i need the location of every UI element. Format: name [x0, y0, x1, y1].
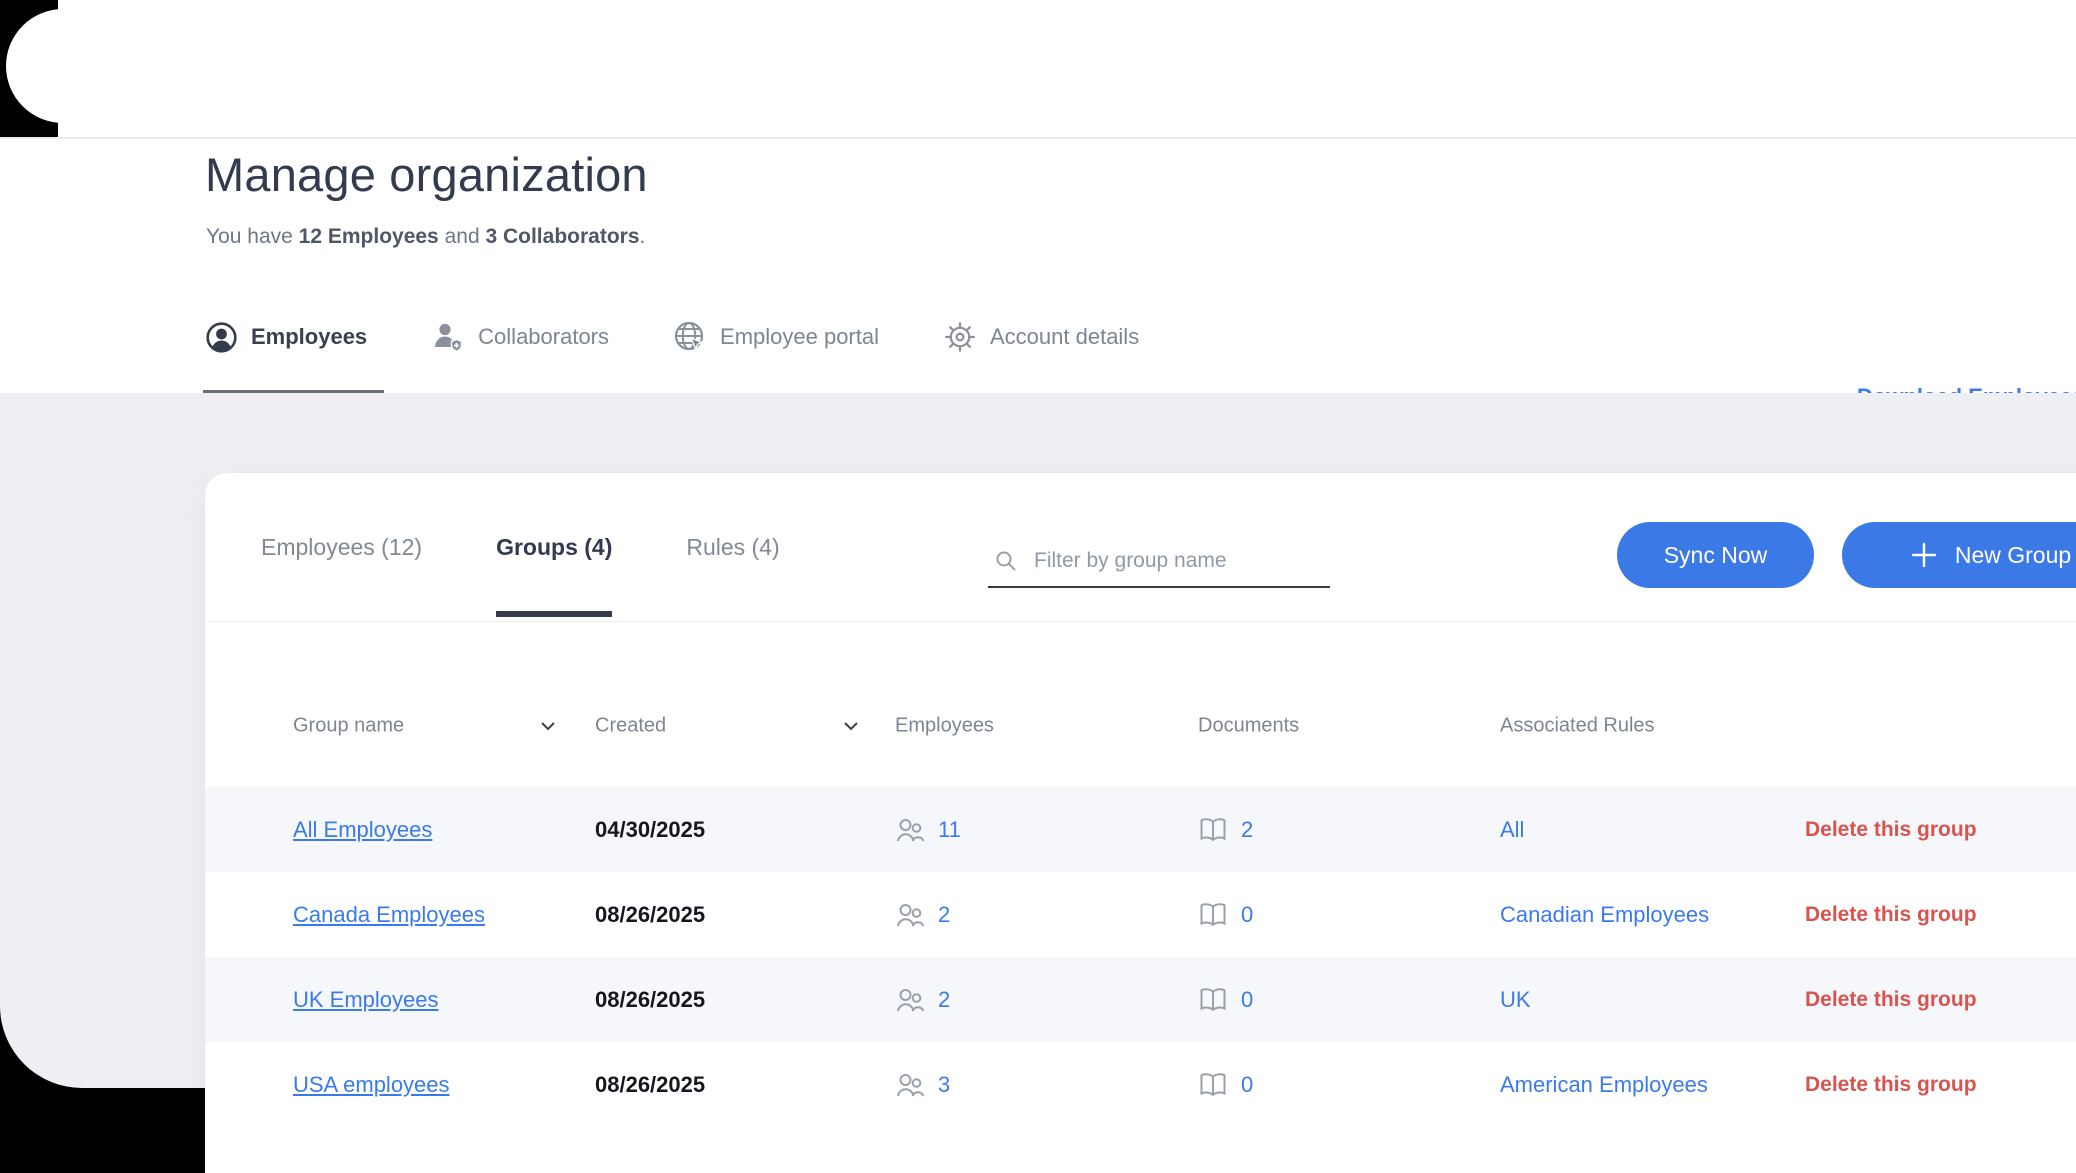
table-row: USA employees 08/26/2025 3 0 A: [205, 1042, 2076, 1127]
new-group-label: New Group: [1955, 542, 2071, 569]
page-title: Manage organization: [205, 147, 648, 202]
documents-count[interactable]: 2: [1198, 815, 1253, 845]
employees-count-value: 3: [938, 1072, 950, 1098]
sort-chevron-created[interactable]: [840, 715, 862, 737]
documents-count-value: 2: [1241, 817, 1253, 843]
table-row: All Employees 04/30/2025 11 2: [205, 787, 2076, 872]
documents-count-value: 0: [1241, 987, 1253, 1013]
person-shield-icon: [431, 320, 465, 354]
book-icon: [1198, 1070, 1228, 1100]
created-date: 08/26/2025: [595, 1072, 705, 1098]
collaborators-count-text: 3 Collaborators: [485, 225, 639, 248]
employees-count-value: 2: [938, 987, 950, 1013]
card-header: Employees (12) Groups (4) Rules (4) Sync…: [205, 473, 2076, 622]
card-tab-employees[interactable]: Employees (12): [261, 473, 422, 621]
delete-group-link[interactable]: Delete this group: [1805, 988, 1977, 1012]
created-date: 04/30/2025: [595, 817, 705, 843]
employees-count[interactable]: 3: [895, 1070, 950, 1100]
book-icon: [1198, 900, 1228, 930]
people-icon: [895, 1070, 925, 1100]
sync-now-label: Sync Now: [1664, 542, 1768, 569]
sync-now-button[interactable]: Sync Now: [1617, 522, 1814, 588]
group-name-link[interactable]: UK Employees: [293, 987, 439, 1013]
tab-employee-portal-label: Employee portal: [720, 324, 879, 350]
search-icon: [994, 549, 1018, 573]
documents-count[interactable]: 0: [1198, 985, 1253, 1015]
associated-rule-link[interactable]: American Employees: [1500, 1072, 1708, 1098]
table-header-row: Group name Created Employees Documents A…: [205, 622, 2076, 787]
employees-count-value: 2: [938, 902, 950, 928]
window-corner-notch: [6, 9, 120, 123]
tab-account-details-label: Account details: [990, 324, 1139, 350]
card-tab-rules-label: Rules (4): [686, 534, 779, 561]
employees-count-value: 11: [938, 817, 961, 843]
group-name-link[interactable]: USA employees: [293, 1072, 450, 1098]
employees-count[interactable]: 2: [895, 900, 950, 930]
page-subtitle: You have 12 Employees and 3 Collaborator…: [206, 225, 645, 249]
subtitle-middle: and: [439, 225, 486, 248]
person-circle-icon: [205, 321, 238, 354]
sort-chevron-group-name[interactable]: [537, 715, 559, 737]
employees-count[interactable]: 2: [895, 985, 950, 1015]
card-tab-groups[interactable]: Groups (4): [496, 473, 612, 621]
people-icon: [895, 900, 925, 930]
delete-group-link[interactable]: Delete this group: [1805, 903, 1977, 927]
associated-rule-link[interactable]: UK: [1500, 987, 1531, 1013]
documents-count[interactable]: 0: [1198, 900, 1253, 930]
book-icon: [1198, 815, 1228, 845]
group-name-link[interactable]: Canada Employees: [293, 902, 485, 928]
employees-count[interactable]: 11: [895, 815, 961, 845]
documents-count[interactable]: 0: [1198, 1070, 1253, 1100]
card-tab-rules[interactable]: Rules (4): [686, 473, 779, 621]
subtitle-prefix: You have: [206, 225, 299, 248]
column-created: Created: [595, 714, 666, 737]
people-icon: [895, 815, 925, 845]
header-nav-tabs: Employees Collaborators: [205, 311, 1139, 363]
card-tab-groups-label: Groups (4): [496, 534, 612, 561]
group-filter-input[interactable]: [1032, 548, 1316, 574]
tab-employees-label: Employees: [251, 324, 367, 350]
groups-card: Employees (12) Groups (4) Rules (4) Sync…: [205, 473, 2076, 1173]
tab-collaborators-label: Collaborators: [478, 324, 609, 350]
tab-employee-portal[interactable]: Employee portal: [673, 320, 879, 354]
column-employees: Employees: [895, 714, 994, 737]
card-active-tab-underline: [496, 611, 612, 617]
group-name-link[interactable]: All Employees: [293, 817, 432, 843]
created-date: 08/26/2025: [595, 902, 705, 928]
tab-employees[interactable]: Employees: [205, 321, 367, 354]
column-associated-rules: Associated Rules: [1500, 714, 1655, 737]
people-icon: [895, 985, 925, 1015]
column-documents: Documents: [1198, 714, 1299, 737]
card-tab-employees-label: Employees (12): [261, 534, 422, 561]
table-row: Canada Employees 08/26/2025 2 0: [205, 872, 2076, 957]
group-filter: [988, 535, 1330, 588]
window-top-strip: [58, 0, 2076, 138]
column-group-name: Group name: [293, 714, 404, 737]
tab-collaborators[interactable]: Collaborators: [431, 320, 609, 354]
documents-count-value: 0: [1241, 1072, 1253, 1098]
gear-icon: [943, 320, 977, 354]
created-date: 08/26/2025: [595, 987, 705, 1013]
new-group-button[interactable]: New Group: [1842, 522, 2076, 588]
documents-count-value: 0: [1241, 902, 1253, 928]
delete-group-link[interactable]: Delete this group: [1805, 1073, 1977, 1097]
table-row: UK Employees 08/26/2025 2 0 UK: [205, 957, 2076, 1042]
page-header: Manage organization You have 12 Employee…: [0, 139, 2076, 393]
book-icon: [1198, 985, 1228, 1015]
delete-group-link[interactable]: Delete this group: [1805, 818, 1977, 842]
globe-cursor-icon: [673, 320, 707, 354]
tab-account-details[interactable]: Account details: [943, 320, 1139, 354]
associated-rule-link[interactable]: Canadian Employees: [1500, 902, 1709, 928]
associated-rule-link[interactable]: All: [1500, 817, 1524, 843]
subtitle-suffix: .: [640, 225, 646, 248]
employees-count-text: 12 Employees: [299, 225, 439, 248]
plus-icon: [1909, 540, 1939, 570]
